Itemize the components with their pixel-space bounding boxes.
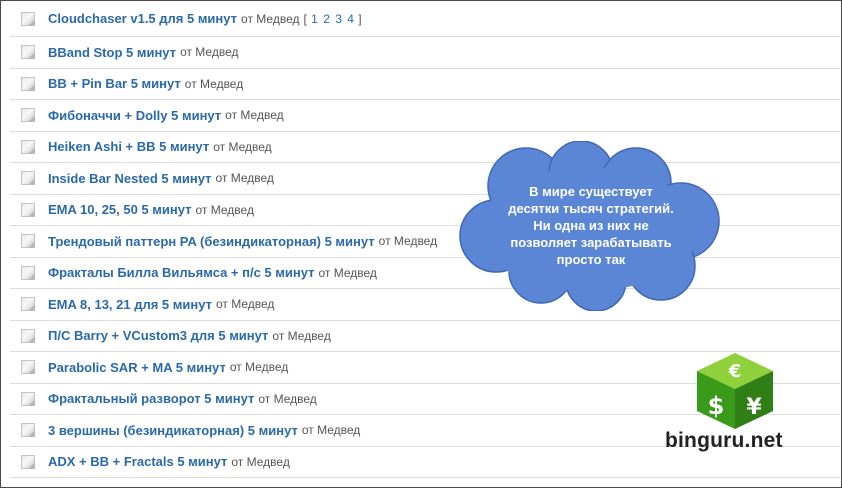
topic-title-link[interactable]: BBand Stop 5 минут bbox=[48, 45, 176, 60]
yen-symbol: ¥ bbox=[746, 395, 762, 420]
cloud-line: позволяет зарабатывать bbox=[510, 235, 672, 250]
topic-icon bbox=[21, 328, 35, 343]
topic-author: от Медвед bbox=[272, 328, 331, 343]
dollar-symbol: $ bbox=[708, 392, 725, 420]
topic-author: от Медвед bbox=[318, 265, 377, 280]
topic-author: от Медвед bbox=[229, 360, 289, 375]
topic-icon bbox=[21, 297, 35, 312]
topic-author: от Медвед bbox=[258, 391, 317, 406]
cloud-line: десятки тысяч стратегий. bbox=[508, 201, 674, 216]
topic-author: от Медвед bbox=[241, 11, 300, 26]
topic-author: от Медвед bbox=[301, 423, 361, 438]
topic-icon bbox=[21, 391, 35, 406]
topic-author: от Медвед bbox=[216, 297, 275, 312]
page-link[interactable]: 4 bbox=[347, 12, 354, 26]
brand-name: binguru.net bbox=[665, 429, 783, 452]
topic-author: от Медвед bbox=[231, 454, 290, 469]
topic-title-link[interactable]: ADX + BB + Fractals 5 минут bbox=[48, 454, 227, 469]
topic-row: BBand Stop 5 минут от Медвед bbox=[10, 37, 840, 69]
topic-title-link[interactable]: Heiken Ashi + BB 5 минут bbox=[48, 139, 209, 154]
topic-icon bbox=[21, 11, 35, 26]
topic-title-link[interactable]: Фракталы Билла Вильямса + п/с 5 минут bbox=[48, 265, 315, 280]
topic-icon bbox=[21, 76, 35, 91]
screenshot-frame: Cloudchaser v1.5 для 5 минут от Медвед[ 1… bbox=[0, 0, 842, 488]
topic-title-link[interactable]: П/С Barry + VCustom3 для 5 минут bbox=[48, 328, 268, 343]
topic-title-link[interactable]: Трендовый паттерн PA (безиндикаторная) 5… bbox=[48, 234, 375, 249]
topic-author: от Медвед bbox=[180, 45, 239, 60]
topic-title-link[interactable]: EMA 8, 13, 21 для 5 минут bbox=[48, 297, 212, 312]
topic-row: Фибоначчи + Dolly 5 минут от Медвед bbox=[10, 100, 840, 132]
topic-author: от Медвед bbox=[213, 139, 272, 154]
topic-title-link[interactable]: Inside Bar Nested 5 минут bbox=[48, 171, 211, 186]
topic-author: от Медвед bbox=[215, 171, 274, 186]
topic-icon bbox=[21, 265, 35, 280]
topic-title-link[interactable]: Cloudchaser v1.5 для 5 минут bbox=[48, 11, 237, 26]
topic-title-link[interactable]: Фрактальный разворот 5 минут bbox=[48, 391, 254, 406]
topic-icon bbox=[21, 139, 35, 154]
topic-title-link[interactable]: 3 вершины (безиндикаторная) 5 минут bbox=[48, 423, 298, 438]
topic-title-link[interactable]: Parabolic SAR + MA 5 минут bbox=[48, 360, 226, 375]
topic-icon bbox=[21, 360, 35, 375]
topic-title-link[interactable]: Фибоначчи + Dolly 5 минут bbox=[48, 108, 221, 123]
euro-symbol: € bbox=[728, 361, 742, 382]
topic-icon bbox=[21, 108, 35, 123]
cloud-message: В мире существует десятки тысяч стратеги… bbox=[471, 183, 711, 268]
cloud-line: просто так bbox=[556, 252, 626, 267]
topic-icon bbox=[21, 171, 35, 186]
topic-author: от Медвед bbox=[378, 234, 438, 249]
topic-icon bbox=[21, 423, 35, 438]
currency-cube-icon: € $ ¥ bbox=[697, 353, 773, 429]
topic-author: от Медвед bbox=[195, 202, 254, 217]
topic-row: Cloudchaser v1.5 для 5 минут от Медвед[ 1… bbox=[10, 1, 840, 37]
topic-row: BB + Pin Bar 5 минут от Медвед bbox=[10, 69, 840, 100]
page-link[interactable]: 2 bbox=[323, 12, 330, 26]
cloud-line: Ни одна из них не bbox=[533, 218, 649, 233]
topic-icon bbox=[21, 454, 35, 469]
topic-title-link[interactable]: BB + Pin Bar 5 минут bbox=[48, 76, 181, 91]
topic-author: от Медвед bbox=[184, 76, 244, 91]
topic-title-link[interactable]: EMA 10, 25, 50 5 минут bbox=[48, 202, 192, 217]
topic-row: П/С Barry + VCustom3 для 5 минут от Медве… bbox=[10, 321, 840, 352]
topic-icon bbox=[21, 45, 35, 60]
topic-author: от Медвед bbox=[225, 108, 284, 123]
topic-icon bbox=[21, 234, 35, 249]
cloud-line: В мире существует bbox=[529, 184, 653, 199]
topic-icon bbox=[21, 202, 35, 217]
topic-pages: [ 1 2 3 4 ] bbox=[303, 11, 362, 26]
page-link[interactable]: 1 bbox=[311, 12, 318, 26]
page-link[interactable]: 3 bbox=[335, 12, 342, 26]
